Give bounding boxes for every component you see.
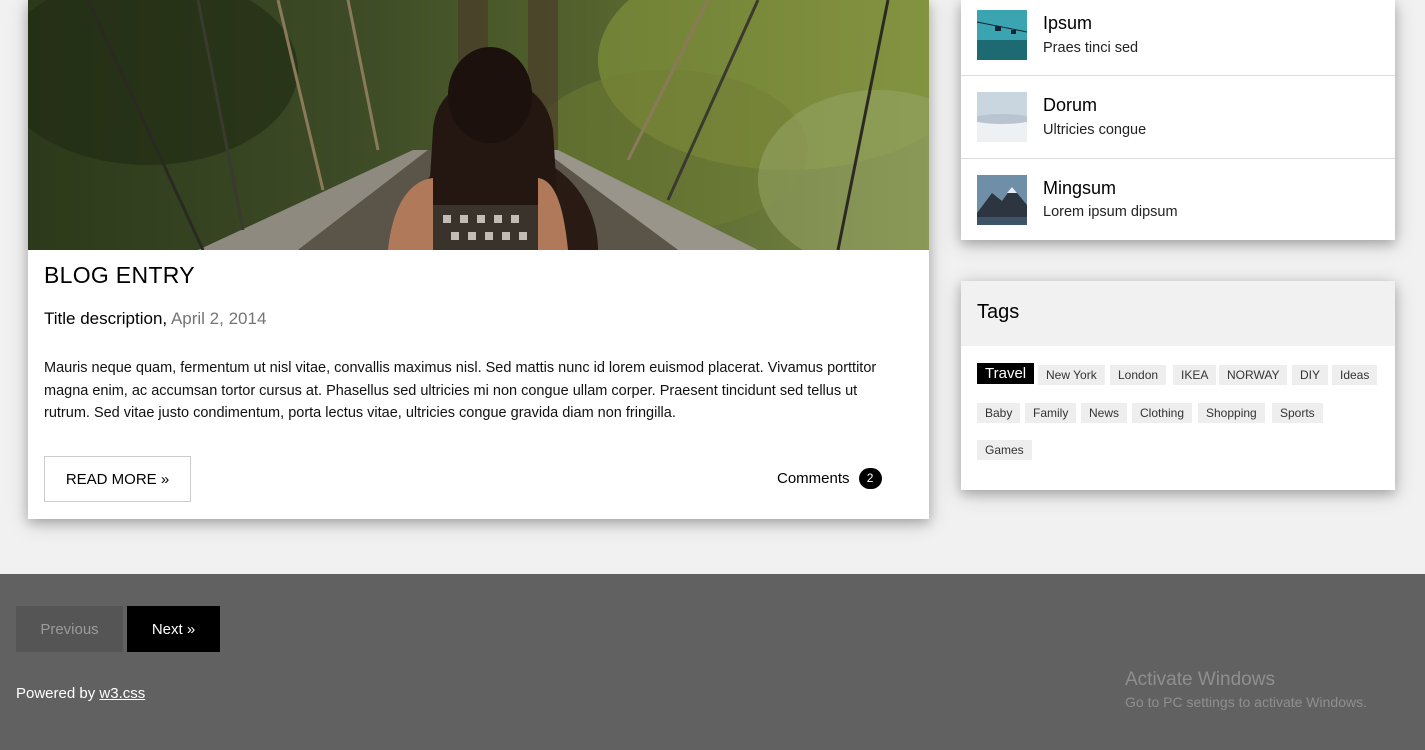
blog-card: BLOG ENTRY Title description, April 2, 2… — [28, 0, 929, 519]
list-item-desc: Ultricies congue — [1043, 122, 1147, 138]
tag-games[interactable]: Games — [977, 440, 1032, 460]
list-item-name: Dorum — [1043, 95, 1098, 115]
comments-link[interactable]: Comments 2 — [777, 468, 882, 489]
tags-card: Tags Travel New York London IKEA NORWAY … — [961, 281, 1395, 490]
tag-travel[interactable]: Travel — [977, 363, 1035, 384]
powered-by: Powered by w3.css — [16, 685, 145, 702]
popular-posts-list: Ipsum Praes tinci sed Dorum Ultricies co… — [961, 0, 1395, 240]
blog-entry-body: Mauris neque quam, fermentum ut nisl vit… — [44, 360, 877, 421]
list-item-name: Ipsum — [1043, 13, 1093, 33]
comments-label: Comments — [777, 470, 850, 487]
previous-button[interactable]: Previous — [16, 606, 123, 652]
activate-windows-watermark: Activate Windows Go to PC settings to ac… — [1125, 669, 1367, 710]
blog-entry-title: BLOG ENTRY — [44, 262, 195, 288]
tag-ideas[interactable]: Ideas — [1332, 365, 1378, 385]
tags-header: Tags — [961, 281, 1395, 346]
w3css-link[interactable]: w3.css — [99, 685, 145, 702]
read-more-button[interactable]: READ MORE » — [44, 456, 191, 502]
tag-baby[interactable]: Baby — [977, 403, 1021, 423]
blog-entry-subtitle: Title description, April 2, 2014 — [44, 309, 266, 329]
list-item-desc: Lorem ipsum dipsum — [1043, 204, 1178, 220]
tag-diy[interactable]: DIY — [1292, 365, 1329, 385]
tags-title: Tags — [977, 301, 1020, 323]
list-item[interactable]: Mingsum Lorem ipsum dipsum — [961, 159, 1395, 241]
tag-shopping[interactable]: Shopping — [1198, 403, 1265, 423]
page-footer: Previous Next » Powered by w3.css Activa… — [0, 574, 1425, 750]
mingsum-thumbnail — [977, 175, 1027, 225]
list-item[interactable]: Dorum Ultricies congue — [961, 76, 1395, 159]
comments-count-badge: 2 — [858, 468, 882, 489]
tag-sports[interactable]: Sports — [1272, 403, 1323, 423]
tag-norway[interactable]: NORWAY — [1219, 365, 1288, 385]
blog-hero-image — [28, 0, 929, 250]
dorum-thumbnail — [977, 92, 1027, 142]
title-description: Title description, — [44, 309, 168, 328]
tag-ikea[interactable]: IKEA — [1173, 365, 1217, 385]
powered-by-label: Powered by — [16, 685, 96, 702]
ipsum-thumbnail — [977, 10, 1027, 60]
activate-windows-hint: Go to PC settings to activate Windows. — [1125, 694, 1367, 710]
list-item-desc: Praes tinci sed — [1043, 40, 1139, 56]
tag-clothing[interactable]: Clothing — [1132, 403, 1193, 423]
next-button[interactable]: Next » — [127, 606, 220, 652]
activate-windows-title: Activate Windows — [1125, 669, 1275, 690]
entry-date: April 2, 2014 — [170, 309, 267, 328]
tag-new-york[interactable]: New York — [1038, 365, 1105, 385]
tag-family[interactable]: Family — [1025, 403, 1077, 423]
list-item-name: Mingsum — [1043, 178, 1117, 198]
tag-london[interactable]: London — [1110, 365, 1167, 385]
tag-news[interactable]: News — [1081, 403, 1128, 423]
list-item[interactable]: Ipsum Praes tinci sed — [961, 0, 1395, 76]
